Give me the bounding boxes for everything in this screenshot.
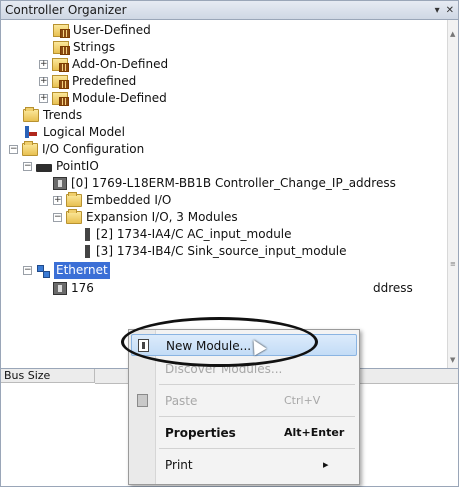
menu-separator — [159, 416, 355, 417]
tree-node-ethernet-child[interactable]: 176 — [53, 280, 94, 297]
tree-node-label-partial: ddress — [373, 281, 413, 295]
tree-node-strings[interactable]: Strings — [53, 39, 115, 56]
controller-module-icon — [53, 282, 67, 295]
io-module-icon — [85, 228, 90, 241]
menu-item-shortcut: Alt+Enter — [284, 426, 345, 439]
collapse-minus-icon[interactable]: − — [23, 266, 32, 275]
tree-node-module-2[interactable]: [2] 1734-IA4/C AC_input_module — [81, 226, 292, 243]
column-header-bus-size[interactable]: Bus Size — [1, 369, 95, 383]
tree-node-controller[interactable]: [0] 1769-L18ERM-BB1B Controller_Change_I… — [53, 175, 396, 192]
tree-node-label: [3] 1734-IB4/C Sink_source_input_module — [96, 244, 347, 258]
chassis-icon — [36, 164, 52, 172]
menu-item-label: Print — [165, 458, 193, 472]
tree-node-pointio[interactable]: − PointIO — [23, 158, 99, 175]
tree-node-label: [0] 1769-L18ERM-BB1B Controller_Change_I… — [71, 176, 396, 190]
expand-plus-icon[interactable]: + — [53, 196, 62, 205]
controller-organizer-tree: User-Defined Strings + Add-On-Defined + … — [0, 20, 459, 368]
menu-item-paste[interactable]: Paste Ctrl+V — [131, 390, 357, 412]
collapse-minus-icon[interactable]: − — [23, 162, 32, 171]
folder-icon — [23, 107, 39, 122]
folder-datatype-icon — [52, 75, 69, 89]
tree-node-io-configuration[interactable]: − I/O Configuration — [9, 141, 144, 158]
tree-node-label: Logical Model — [43, 125, 125, 139]
controller-module-icon — [53, 177, 67, 190]
folder-icon — [22, 141, 38, 156]
scroll-up-icon[interactable]: ▲ — [450, 30, 455, 38]
tree-node-label: Predefined — [72, 74, 137, 88]
tree-node-trends[interactable]: Trends — [23, 107, 82, 124]
tree-node-expansion-io[interactable]: − Expansion I/O, 3 Modules — [53, 209, 238, 226]
tree-node-label: Strings — [73, 40, 116, 54]
tree-node-label: I/O Configuration — [42, 142, 145, 156]
organizer-title-bar: Controller Organizer ▾ ✕ — [0, 0, 459, 20]
folder-datatype-icon — [53, 24, 70, 38]
tree-node-module-defined[interactable]: + Module-Defined — [39, 90, 167, 107]
submenu-arrow-icon: ▸ — [323, 458, 329, 471]
tree-node-label: [2] 1734-IA4/C AC_input_module — [96, 227, 292, 241]
tree-node-label: Trends — [43, 108, 83, 122]
tree-node-ethernet[interactable]: − Ethernet — [23, 262, 110, 279]
tree-node-label: Expansion I/O, 3 Modules — [86, 210, 238, 224]
highlight-annotation-oval — [121, 317, 318, 367]
tree-node-logical-model[interactable]: Logical Model — [23, 124, 125, 141]
tree-node-module-3[interactable]: [3] 1734-IB4/C Sink_source_input_module — [81, 243, 347, 260]
folder-datatype-icon — [52, 58, 69, 72]
menu-separator — [159, 448, 355, 449]
tree-node-user-defined[interactable]: User-Defined — [53, 22, 151, 39]
folder-icon — [66, 209, 82, 224]
close-icon[interactable]: ✕ — [446, 5, 454, 16]
tree-node-label: Module-Defined — [72, 91, 167, 105]
menu-item-label: Properties — [165, 426, 236, 440]
tree-node-label-partial: 176 — [71, 281, 94, 295]
panel-title: Controller Organizer — [5, 3, 127, 17]
paste-icon — [137, 394, 148, 407]
io-module-icon — [85, 245, 90, 258]
menu-item-label: Paste — [165, 394, 198, 408]
tree-node-label: PointIO — [56, 159, 99, 173]
tree-node-add-on-defined[interactable]: + Add-On-Defined — [39, 56, 168, 73]
tree-node-embedded-io[interactable]: + Embedded I/O — [53, 192, 171, 209]
folder-datatype-icon — [53, 41, 70, 55]
logical-model-icon — [23, 126, 39, 139]
network-icon — [36, 264, 50, 278]
expand-plus-icon[interactable]: + — [39, 77, 48, 86]
tree-node-label: Add-On-Defined — [72, 57, 169, 71]
expand-plus-icon[interactable]: + — [39, 94, 48, 103]
expand-plus-icon[interactable]: + — [39, 60, 48, 69]
menu-item-properties[interactable]: Properties Alt+Enter — [131, 422, 357, 444]
folder-icon — [66, 192, 82, 207]
tree-node-ethernet-child-tail: ddress — [373, 280, 413, 297]
tree-node-label: Embedded I/O — [86, 193, 172, 207]
menu-separator — [159, 384, 355, 385]
tree-node-predefined[interactable]: + Predefined — [39, 73, 136, 90]
folder-datatype-icon — [52, 92, 69, 106]
collapse-minus-icon[interactable]: − — [53, 213, 62, 222]
pin-icon[interactable]: ▾ — [435, 5, 440, 16]
tree-node-label-selected: Ethernet — [54, 262, 110, 279]
menu-item-print[interactable]: Print ▸ — [131, 454, 357, 476]
vertical-scrollbar[interactable]: ▲ ≡ ▼ — [447, 20, 458, 368]
collapse-minus-icon[interactable]: − — [9, 145, 18, 154]
menu-item-shortcut: Ctrl+V — [284, 394, 321, 407]
scroll-grip-icon[interactable]: ≡ — [450, 260, 456, 268]
tree-node-label: User-Defined — [73, 23, 151, 37]
scroll-down-icon[interactable]: ▼ — [450, 356, 455, 364]
